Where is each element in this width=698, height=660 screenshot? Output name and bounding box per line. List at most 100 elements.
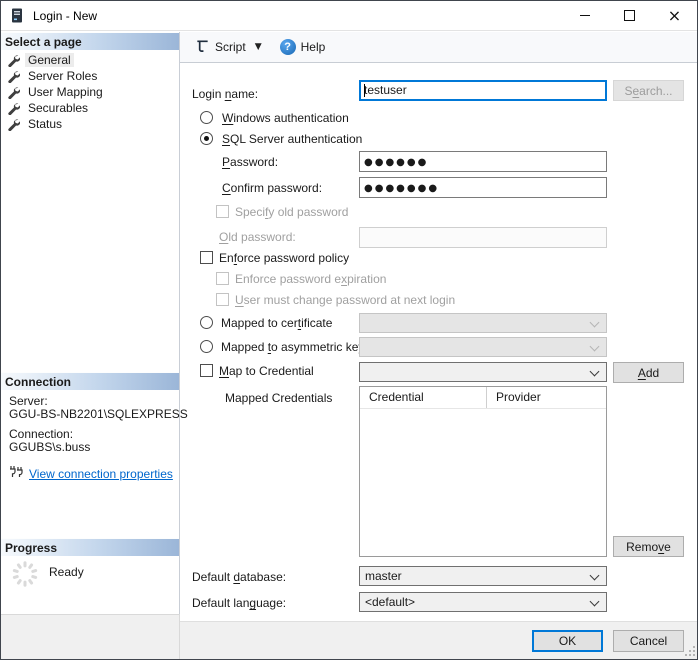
script-icon	[195, 38, 210, 56]
login-name-label: Login name:	[192, 87, 259, 101]
credential-combobox[interactable]	[359, 362, 607, 382]
title-bar: Login - New ×	[1, 1, 697, 31]
default-language-combobox[interactable]: <default>	[359, 592, 607, 612]
confirm-password-dots: ●●●●●●●	[364, 183, 440, 194]
wrench-icon	[7, 102, 20, 115]
enforce-password-policy-checkbox[interactable]	[200, 251, 213, 264]
confirm-password-input[interactable]: ●●●●●●●	[359, 177, 607, 198]
login-name-value: testuser	[364, 83, 407, 97]
progress-status: Ready	[49, 565, 84, 579]
specify-old-password-label: Specify old password	[235, 205, 349, 219]
select-a-page-header: Select a page	[1, 32, 179, 50]
connection-properties-icon	[9, 466, 23, 481]
sidebar-item-server-roles[interactable]: Server Roles	[7, 68, 100, 84]
script-label: Script	[215, 40, 246, 54]
map-to-credential-label: Map to Credential	[219, 364, 314, 378]
sidebar-item-label: General	[25, 53, 74, 67]
enforce-password-expiration-checkbox	[216, 272, 229, 285]
ok-button[interactable]: OK	[532, 630, 603, 652]
mapped-to-asymmetric-key-label: Mapped to asymmetric key	[221, 340, 365, 354]
must-change-password-checkbox	[216, 293, 229, 306]
sidebar-item-label: User Mapping	[28, 85, 103, 99]
sidebar-item-user-mapping[interactable]: User Mapping	[7, 84, 106, 100]
mapped-to-certificate-label: Mapped to certificate	[221, 316, 333, 330]
chevron-down-icon	[589, 341, 600, 352]
close-icon: ×	[667, 5, 682, 25]
connection-header: Connection	[1, 372, 179, 390]
chevron-down-icon	[589, 317, 600, 328]
sidebar-item-securables[interactable]: Securables	[7, 100, 91, 116]
mapped-credentials-label: Mapped Credentials	[225, 391, 333, 405]
window-title: Login - New	[33, 8, 98, 23]
help-button[interactable]: ? Help	[276, 36, 330, 58]
specify-old-password-checkbox	[216, 205, 229, 218]
old-password-input	[359, 227, 607, 248]
minimize-button[interactable]	[562, 1, 607, 30]
view-connection-properties-row: View connection properties	[9, 466, 173, 481]
enforce-password-expiration-label: Enforce password expiration	[235, 272, 387, 286]
chevron-down-icon	[589, 570, 600, 581]
cancel-button[interactable]: Cancel	[613, 630, 684, 652]
login-window-icon	[11, 8, 24, 23]
close-button[interactable]: ×	[652, 1, 697, 30]
text-caret	[364, 84, 365, 97]
resize-grip[interactable]	[684, 645, 696, 659]
sidebar-item-general[interactable]: General	[7, 52, 74, 68]
view-connection-properties-link[interactable]: View connection properties	[29, 467, 173, 481]
connection-value: GGUBS\s.buss	[9, 440, 91, 454]
chevron-down-icon	[589, 596, 600, 607]
default-database-value: master	[365, 569, 402, 583]
windows-authentication-radio[interactable]	[200, 111, 213, 124]
sql-server-authentication-radio[interactable]	[200, 132, 213, 145]
minimize-icon	[579, 15, 590, 16]
provider-column-header[interactable]: Provider	[487, 387, 541, 408]
certificate-combobox	[359, 313, 607, 333]
wrench-icon	[7, 118, 20, 131]
add-button[interactable]: Add	[613, 362, 684, 383]
connection-label: Connection:	[9, 427, 74, 441]
wrench-icon	[7, 70, 20, 83]
mapped-credentials-table[interactable]: Credential Provider	[359, 386, 607, 557]
must-change-password-label: User must change password at next login	[235, 293, 456, 307]
server-label: Server:	[9, 394, 48, 408]
confirm-password-label: Confirm password:	[222, 181, 323, 195]
script-dropdown-arrow-icon[interactable]: ▼	[255, 42, 262, 52]
maximize-icon	[624, 10, 635, 21]
default-language-value: <default>	[365, 595, 416, 609]
asymmetric-key-combobox	[359, 337, 607, 357]
login-name-input[interactable]: testuser	[359, 80, 607, 101]
default-language-label: Default language:	[192, 596, 287, 610]
chevron-down-icon	[589, 366, 600, 377]
help-icon: ?	[279, 39, 296, 55]
progress-spinner	[11, 560, 39, 591]
mapped-credentials-table-header: Credential Provider	[360, 387, 606, 409]
toolbar: Script ▼ ? Help	[180, 32, 697, 63]
wrench-icon	[7, 86, 20, 99]
password-input[interactable]: ●●●●●●	[359, 151, 607, 172]
map-to-credential-checkbox[interactable]	[200, 364, 213, 377]
sidebar-item-label: Status	[28, 117, 63, 131]
mapped-to-asymmetric-key-radio[interactable]	[200, 340, 213, 353]
sidebar-bottom-filler	[1, 614, 180, 659]
password-dots: ●●●●●●	[364, 157, 429, 168]
help-label: Help	[300, 40, 326, 54]
credential-column-header[interactable]: Credential	[360, 387, 487, 408]
progress-header: Progress	[1, 538, 179, 556]
windows-authentication-label: Windows authentication	[222, 111, 349, 125]
maximize-button[interactable]	[607, 1, 652, 30]
script-button[interactable]: Script ▼	[191, 35, 266, 59]
mapped-to-certificate-radio[interactable]	[200, 316, 213, 329]
sql-server-authentication-label: SQL Server authentication	[222, 132, 363, 146]
default-database-combobox[interactable]: master	[359, 566, 607, 586]
remove-button[interactable]: Remo v e	[613, 536, 684, 557]
password-label: Password:	[222, 155, 279, 169]
enforce-password-policy-label: Enforce password policy	[219, 251, 350, 265]
search-button: Se arch...	[613, 80, 684, 101]
sidebar-item-label: Server Roles	[28, 69, 98, 83]
server-value: GGU-BS-NB2201\SQLEXPRESS	[9, 407, 188, 421]
wrench-icon	[7, 54, 20, 67]
sidebar: Select a page General Server Roles User …	[1, 32, 188, 659]
sidebar-item-label: Securables	[28, 101, 89, 115]
old-password-label: Old password:	[219, 230, 296, 244]
sidebar-item-status[interactable]: Status	[7, 116, 65, 132]
